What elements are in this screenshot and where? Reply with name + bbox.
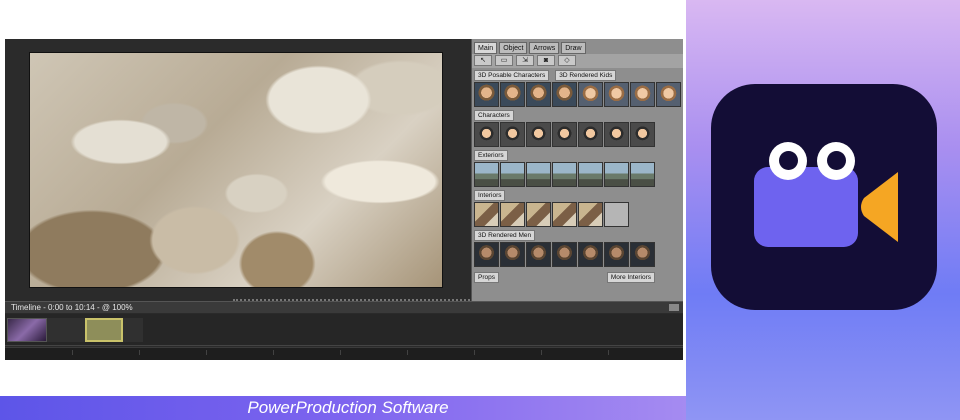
exterior-thumbnail[interactable] bbox=[552, 162, 577, 187]
select-tool-icon[interactable]: ▭ bbox=[495, 55, 513, 66]
content-card: Main Object Arrows Draw ↖ ▭ ⇲ ◙ ◇ 3D Pos… bbox=[0, 0, 686, 396]
timeline-tick: | bbox=[407, 350, 409, 356]
exteriors-thumbnails bbox=[472, 161, 683, 188]
interiors-header[interactable]: Interiors bbox=[474, 190, 506, 201]
timeline-tick: | bbox=[474, 350, 476, 356]
interior-thumbnail[interactable] bbox=[604, 202, 629, 227]
kid-thumbnail[interactable] bbox=[604, 82, 629, 107]
timeline-menu-icon[interactable] bbox=[669, 304, 679, 311]
character-thumbnail[interactable] bbox=[500, 82, 525, 107]
timeline-tick: | bbox=[541, 350, 543, 356]
tab-object[interactable]: Object bbox=[499, 42, 528, 54]
stage-area bbox=[5, 39, 473, 301]
man-thumbnail[interactable] bbox=[578, 242, 603, 267]
timeline-clip-selected[interactable] bbox=[85, 318, 123, 342]
man-thumbnail[interactable] bbox=[630, 242, 655, 267]
library-panel: Main Object Arrows Draw ↖ ▭ ⇲ ◙ ◇ 3D Pos… bbox=[471, 39, 683, 301]
eye-icon bbox=[769, 142, 807, 180]
interiors-thumbnails bbox=[472, 201, 683, 228]
man-thumbnail[interactable] bbox=[552, 242, 577, 267]
posable-thumbnails bbox=[472, 81, 683, 108]
posable-header-row: 3D Posable Characters 3D Rendered Kids bbox=[472, 68, 683, 81]
panel-bottom-row: Props More Interiors bbox=[472, 268, 683, 283]
scene-image-rocky-landscape[interactable] bbox=[29, 52, 443, 288]
camera-body-icon bbox=[754, 167, 858, 247]
exterior-thumbnail[interactable] bbox=[604, 162, 629, 187]
timeline-tick: | bbox=[72, 350, 74, 356]
exteriors-header[interactable]: Exteriors bbox=[474, 150, 508, 161]
exterior-thumbnail[interactable] bbox=[526, 162, 551, 187]
characters-thumbnails bbox=[472, 121, 683, 148]
man-thumbnail[interactable] bbox=[604, 242, 629, 267]
man-thumbnail[interactable] bbox=[500, 242, 525, 267]
timeline-tick: | bbox=[139, 350, 141, 356]
character-thumbnail[interactable] bbox=[630, 122, 655, 147]
kid-thumbnail[interactable] bbox=[630, 82, 655, 107]
pointer-tool-icon[interactable]: ↖ bbox=[474, 55, 492, 66]
pupil bbox=[779, 151, 798, 170]
character-thumbnail[interactable] bbox=[604, 122, 629, 147]
men-header-row: 3D Rendered Men bbox=[472, 228, 683, 241]
camera-tool-icon[interactable]: ◙ bbox=[537, 55, 555, 66]
tab-draw[interactable]: Draw bbox=[561, 42, 586, 54]
interior-thumbnail[interactable] bbox=[578, 202, 603, 227]
character-thumbnail[interactable] bbox=[552, 82, 577, 107]
footer-caption: PowerProduction Software bbox=[247, 398, 449, 417]
eye-icon bbox=[817, 142, 855, 180]
man-thumbnail[interactable] bbox=[526, 242, 551, 267]
interior-thumbnail[interactable] bbox=[526, 202, 551, 227]
exteriors-header-row: Exteriors bbox=[472, 148, 683, 161]
character-thumbnail[interactable] bbox=[474, 122, 499, 147]
timeline-tick: | bbox=[340, 350, 342, 356]
panel-tabs: Main Object Arrows Draw bbox=[472, 39, 683, 54]
rendered-kids-header[interactable]: 3D Rendered Kids bbox=[555, 70, 617, 81]
timeline-tick: | bbox=[273, 350, 275, 356]
characters-header[interactable]: Characters bbox=[474, 110, 514, 121]
exterior-thumbnail[interactable] bbox=[500, 162, 525, 187]
timeline-track[interactable] bbox=[5, 314, 683, 346]
interior-thumbnail[interactable] bbox=[552, 202, 577, 227]
timeline-clip[interactable] bbox=[7, 318, 47, 342]
exterior-thumbnail[interactable] bbox=[630, 162, 655, 187]
tab-arrows[interactable]: Arrows bbox=[529, 42, 560, 54]
timeline-tick: | bbox=[206, 350, 208, 356]
character-thumbnail[interactable] bbox=[474, 82, 499, 107]
timeline-ruler: | | | | | | | | | bbox=[5, 347, 683, 360]
men-thumbnails bbox=[472, 241, 683, 268]
camera-app-icon bbox=[711, 84, 937, 310]
interiors-header-row: Interiors bbox=[472, 188, 683, 201]
timeline-tick: | bbox=[608, 350, 610, 356]
character-thumbnail[interactable] bbox=[526, 82, 551, 107]
man-thumbnail[interactable] bbox=[474, 242, 499, 267]
exterior-thumbnail[interactable] bbox=[578, 162, 603, 187]
shape-tool-icon[interactable]: ◇ bbox=[558, 55, 576, 66]
more-interiors-button[interactable]: More Interiors bbox=[606, 272, 655, 283]
character-thumbnail[interactable] bbox=[552, 122, 577, 147]
timeline-label: Timeline - 0:00 to 10:14 - @ 100% bbox=[11, 303, 133, 312]
character-thumbnail[interactable] bbox=[526, 122, 551, 147]
props-button[interactable]: Props bbox=[474, 272, 499, 283]
transform-tool-icon[interactable]: ⇲ bbox=[516, 55, 534, 66]
footer-band: PowerProduction Software bbox=[0, 396, 686, 420]
interior-thumbnail[interactable] bbox=[474, 202, 499, 227]
timeline-header: Timeline - 0:00 to 10:14 - @ 100% bbox=[5, 301, 683, 313]
tab-main[interactable]: Main bbox=[474, 42, 498, 54]
posable-characters-header[interactable]: 3D Posable Characters bbox=[474, 70, 550, 81]
exterior-thumbnail[interactable] bbox=[474, 162, 499, 187]
storyboard-app-screenshot: Main Object Arrows Draw ↖ ▭ ⇲ ◙ ◇ 3D Pos… bbox=[5, 39, 683, 360]
pupil bbox=[827, 151, 846, 170]
kid-thumbnail[interactable] bbox=[656, 82, 681, 107]
lens-icon bbox=[861, 172, 898, 242]
kid-thumbnail[interactable] bbox=[578, 82, 603, 107]
rendered-men-header[interactable]: 3D Rendered Men bbox=[474, 230, 536, 241]
interior-thumbnail[interactable] bbox=[500, 202, 525, 227]
character-thumbnail[interactable] bbox=[578, 122, 603, 147]
character-thumbnail[interactable] bbox=[500, 122, 525, 147]
characters-header-row: Characters bbox=[472, 108, 683, 121]
tool-row: ↖ ▭ ⇲ ◙ ◇ bbox=[472, 54, 683, 68]
